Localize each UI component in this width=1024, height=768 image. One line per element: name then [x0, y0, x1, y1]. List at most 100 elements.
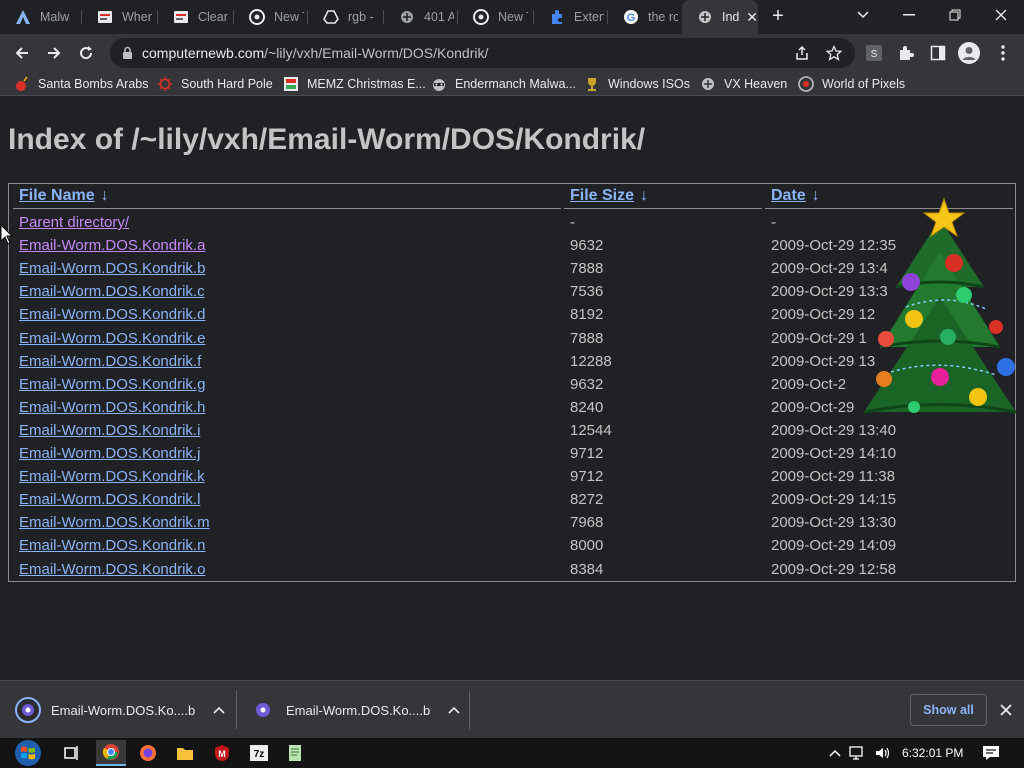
file-link[interactable]: Email-Worm.DOS.Kondrik.k [19, 468, 205, 485]
file-link[interactable]: Email-Worm.DOS.Kondrik.f [19, 353, 201, 370]
bookmark-star-icon[interactable] [823, 42, 845, 64]
trophy-icon [584, 76, 600, 92]
close-window-icon[interactable] [978, 0, 1024, 30]
mcafee-icon[interactable]: M [207, 740, 237, 766]
new-tab-button[interactable]: + [766, 4, 790, 28]
tab[interactable]: When [82, 0, 158, 34]
file-link[interactable]: Email-Worm.DOS.Kondrik.c [19, 283, 205, 300]
lock-icon[interactable] [120, 45, 134, 61]
tab[interactable]: New T [234, 0, 308, 34]
svg-text:G: G [626, 12, 635, 24]
table-row: Email-Worm.DOS.Kondrik.n 8000 2009-Oct-29 … [9, 534, 1015, 557]
tab[interactable]: Extens [534, 0, 608, 34]
file-size: 7968 [570, 514, 604, 532]
parent-directory-link[interactable]: Parent directory/ [19, 214, 129, 231]
file-link[interactable]: Email-Worm.DOS.Kondrik.h [19, 399, 205, 416]
chevron-up-icon[interactable] [446, 702, 462, 718]
tab[interactable]: New T [458, 0, 534, 34]
file-link[interactable]: Email-Worm.DOS.Kondrik.m [19, 514, 210, 531]
back-icon[interactable] [9, 40, 35, 66]
tab[interactable]: rgb - S [308, 0, 384, 34]
file-link[interactable]: Email-Worm.DOS.Kondrik.j [19, 445, 200, 462]
bookmark-item[interactable]: VX Heaven [700, 74, 787, 94]
tab[interactable]: Malwa [0, 0, 82, 34]
file-link[interactable]: Email-Worm.DOS.Kondrik.d [19, 306, 205, 323]
side-panel-icon[interactable] [927, 42, 949, 64]
start-button[interactable] [8, 738, 48, 768]
menu-kebab-icon[interactable] [992, 42, 1014, 64]
close-shelf-icon[interactable] [996, 700, 1016, 720]
file-link[interactable]: Email-Worm.DOS.Kondrik.o [19, 561, 205, 578]
file-icon [250, 697, 276, 723]
table-row: Email-Worm.DOS.Kondrik.j 9712 2009-Oct-29 … [9, 442, 1015, 465]
bookmark-item[interactable]: MEMZ Christmas E... [283, 74, 426, 94]
svg-text:S: S [871, 49, 878, 60]
bookmark-item[interactable]: Santa Bombs Arabs [14, 74, 148, 94]
taskbar-clock[interactable]: 6:32:01 PM [902, 738, 963, 768]
browser-toolbar: computernewb.com/~lily/vxh/Email-Worm/DO… [0, 34, 1024, 72]
download-item[interactable]: Email-Worm.DOS.Ko....b [250, 681, 462, 739]
share-icon[interactable] [791, 42, 813, 64]
file-link[interactable]: Email-Worm.DOS.Kondrik.g [19, 376, 205, 393]
bookmark-item[interactable]: World of Pixels [798, 74, 905, 94]
column-header-date[interactable]: Date ↓ [771, 187, 820, 205]
sort-arrow-icon: ↓ [811, 187, 820, 204]
file-link[interactable]: Email-Worm.DOS.Kondrik.l [19, 491, 200, 508]
memz-icon [283, 76, 299, 92]
network-icon[interactable] [848, 738, 868, 768]
sort-arrow-icon: ↓ [100, 187, 109, 204]
file-link[interactable]: Email-Worm.DOS.Kondrik.b [19, 260, 205, 277]
close-tab-icon[interactable]: ✕ [746, 9, 758, 26]
address-bar[interactable]: computernewb.com/~lily/vxh/Email-Worm/DO… [110, 38, 855, 68]
download-shelf: Email-Worm.DOS.Ko....b Email-Worm.DOS.Ko… [0, 680, 1024, 738]
column-header-size[interactable]: File Size ↓ [570, 187, 648, 205]
bookmark-item[interactable]: Endermanch Malwa... [431, 74, 576, 94]
profile-avatar-icon[interactable] [958, 42, 980, 64]
file-link[interactable]: Email-Worm.DOS.Kondrik.n [19, 537, 205, 554]
svg-text:7z: 7z [254, 749, 265, 760]
7zip-icon[interactable]: 7z [244, 740, 274, 766]
show-hidden-icons-chevron-icon[interactable] [828, 738, 842, 768]
reload-icon[interactable] [73, 40, 99, 66]
minimize-icon[interactable] [886, 0, 932, 30]
tab-active[interactable]: Ind ✕ [682, 0, 758, 34]
chevron-up-icon[interactable] [211, 702, 227, 718]
file-link[interactable]: Email-Worm.DOS.Kondrik.a [19, 237, 205, 254]
christmas-tree-decoration [863, 197, 1017, 414]
site-icon [398, 9, 415, 26]
divider [236, 691, 237, 729]
notepad-icon[interactable] [280, 740, 310, 766]
bookmark-item[interactable]: Windows ISOs [584, 74, 690, 94]
action-center-icon[interactable] [980, 738, 1002, 768]
svg-text:M: M [218, 749, 226, 759]
site-icon [696, 9, 713, 26]
virus-icon [157, 76, 173, 92]
page-content: Index of /~lily/vxh/Email-Worm/DOS/Kondr… [0, 97, 1024, 680]
file-size: - [570, 214, 575, 231]
raccoon-icon [431, 76, 447, 92]
download-item[interactable]: Email-Worm.DOS.Ko....b [15, 681, 227, 739]
restore-icon[interactable] [932, 0, 978, 30]
column-header-name[interactable]: File Name ↓ [19, 187, 109, 205]
url-text[interactable]: computernewb.com/~lily/vxh/Email-Worm/DO… [142, 45, 488, 61]
puzzle-icon [548, 9, 565, 26]
task-view-icon[interactable] [57, 740, 87, 766]
tab[interactable]: G the ro [608, 0, 682, 34]
extensions-puzzle-icon[interactable] [895, 42, 917, 64]
tab[interactable]: Clear [158, 0, 234, 34]
file-link[interactable]: Email-Worm.DOS.Kondrik.e [19, 330, 205, 347]
forward-icon[interactable] [41, 40, 67, 66]
bookmark-item[interactable]: South Hard Pole [157, 74, 273, 94]
extension-s-icon[interactable]: S [863, 42, 885, 64]
firefox-taskbar-icon[interactable] [133, 740, 163, 766]
show-all-button[interactable]: Show all [910, 694, 987, 726]
file-link[interactable]: Email-Worm.DOS.Kondrik.i [19, 422, 200, 439]
chrome-taskbar-icon[interactable] [96, 740, 126, 766]
file-size: 12544 [570, 421, 612, 439]
volume-icon[interactable] [873, 738, 893, 768]
file-size: 8192 [570, 306, 604, 324]
file-explorer-icon[interactable] [170, 740, 200, 766]
tab-search-icon[interactable] [840, 0, 886, 30]
table-row: Email-Worm.DOS.Kondrik.o 8384 2009-Oct-29 … [9, 558, 1015, 581]
tab[interactable]: 401 A [384, 0, 458, 34]
